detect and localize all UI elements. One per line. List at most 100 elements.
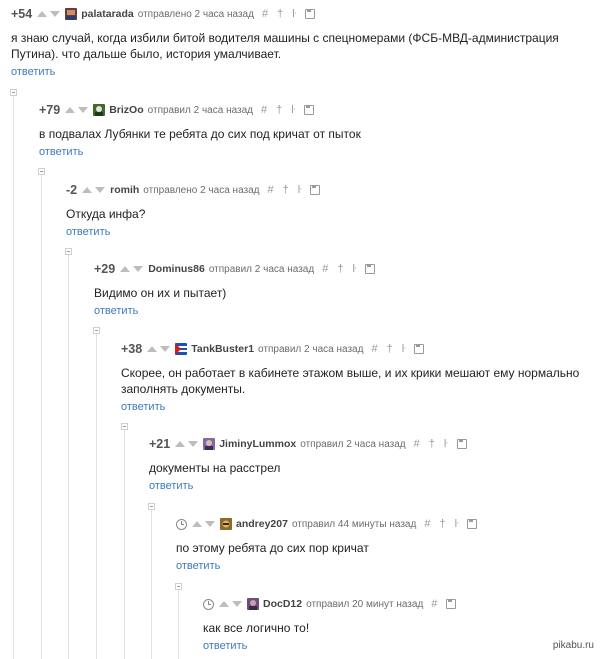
save-icon[interactable] <box>467 519 478 529</box>
avatar[interactable] <box>65 8 78 20</box>
collapse-thread-button[interactable] <box>38 168 45 175</box>
comment-rating: +21 <box>149 437 171 451</box>
hash-icon[interactable]: # <box>424 518 430 530</box>
hash-icon[interactable]: # <box>371 343 377 355</box>
pin-icon[interactable]: † <box>283 184 289 196</box>
comment-tools: # † ŀ <box>262 8 315 20</box>
flag-avatar[interactable] <box>175 343 188 355</box>
comment-time: отправил 2 часа назад <box>208 263 315 275</box>
upvote-icon[interactable] <box>65 107 76 113</box>
upvote-icon[interactable] <box>192 521 202 527</box>
reply-arrow-icon[interactable]: ŀ <box>352 263 356 275</box>
avatar[interactable] <box>203 438 216 450</box>
upvote-icon[interactable] <box>120 266 131 272</box>
username[interactable]: TankBuster1 <box>191 343 254 355</box>
comment-text: Видимо он их и пытает) <box>94 286 227 300</box>
username[interactable]: romih <box>110 184 139 196</box>
hash-icon[interactable]: # <box>268 184 274 196</box>
thread-line <box>13 96 14 659</box>
downvote-icon[interactable] <box>78 107 89 113</box>
comment-time: отправил 20 минут назад <box>306 598 424 610</box>
reply-link[interactable]: ответить <box>203 640 247 652</box>
comment: +38 TankBuster1 отправил 2 часа назад # … <box>121 339 594 415</box>
upvote-icon[interactable] <box>37 11 48 17</box>
upvote-icon[interactable] <box>219 601 229 607</box>
downvote-icon[interactable] <box>205 521 215 527</box>
username[interactable]: BrizOo <box>109 104 143 116</box>
collapse-thread-button[interactable] <box>65 248 72 255</box>
pin-icon[interactable]: † <box>429 438 435 450</box>
reply-arrow-icon[interactable]: ŀ <box>444 438 448 450</box>
save-icon[interactable] <box>310 185 321 195</box>
comment-tools: # † ŀ <box>414 438 467 450</box>
username[interactable]: DocD12 <box>263 598 302 610</box>
comment-header: +29 Dominus86 отправил 2 часа назад # † … <box>94 259 594 279</box>
comment-rating: +54 <box>11 7 33 21</box>
comment-time: отправил 44 минуты назад <box>291 518 417 530</box>
reply-link[interactable]: ответить <box>39 146 83 158</box>
hash-icon[interactable]: # <box>431 598 437 610</box>
pin-icon[interactable]: † <box>276 104 282 116</box>
pin-icon[interactable]: † <box>387 343 393 355</box>
comment-text: по этому ребята до сих пор кричат <box>176 541 369 555</box>
hash-icon[interactable]: # <box>414 438 420 450</box>
save-icon[interactable] <box>304 9 315 19</box>
downvote-icon[interactable] <box>188 441 199 447</box>
collapse-thread-button[interactable] <box>175 583 182 590</box>
comment: +29 Dominus86 отправил 2 часа назад # † … <box>94 259 594 319</box>
comment-tools: # † ŀ <box>322 263 376 275</box>
comment-rating: +79 <box>39 103 61 117</box>
upvote-icon[interactable] <box>175 441 186 447</box>
reply-link[interactable]: ответить <box>94 305 138 317</box>
comment-header: -2 romih отправлено 2 часа назад # † ŀ <box>66 180 594 200</box>
reply-arrow-icon[interactable]: ŀ <box>298 184 302 196</box>
comment-header: +79 BrizOo отправил 2 часа назад # † ŀ <box>39 100 594 120</box>
reply-link[interactable]: ответить <box>149 480 193 492</box>
comment-time: отправил 2 часа назад <box>258 343 364 355</box>
comment-time: отправил 2 часа назад <box>147 104 254 116</box>
avatar[interactable] <box>247 598 259 610</box>
pin-icon[interactable]: † <box>439 518 445 530</box>
collapse-thread-button[interactable] <box>93 327 100 334</box>
reply-link[interactable]: ответить <box>11 66 55 78</box>
avatar[interactable] <box>220 518 232 530</box>
comment-tools: # † ŀ <box>268 184 321 196</box>
save-icon[interactable] <box>303 105 314 115</box>
thread-line <box>151 510 152 659</box>
reply-link[interactable]: ответить <box>121 401 165 413</box>
comment-tools: # † ŀ <box>424 518 478 530</box>
username[interactable]: Dominus86 <box>148 263 205 275</box>
reply-arrow-icon[interactable]: ŀ <box>455 518 459 530</box>
hash-icon[interactable]: # <box>262 8 268 20</box>
reply-arrow-icon[interactable]: ŀ <box>292 8 296 20</box>
thread-line <box>124 430 125 659</box>
watermark: pikabu.ru <box>552 640 594 651</box>
save-icon[interactable] <box>446 599 457 609</box>
upvote-icon[interactable] <box>147 346 158 352</box>
downvote-icon[interactable] <box>232 601 242 607</box>
pin-icon[interactable]: † <box>277 8 283 20</box>
username[interactable]: JiminyLummox <box>219 438 296 450</box>
comment-text: Скорее, он работает в кабинете этажом вы… <box>121 366 580 396</box>
save-icon[interactable] <box>456 439 467 449</box>
collapse-thread-button[interactable] <box>148 503 155 510</box>
downvote-icon[interactable] <box>50 11 61 17</box>
reply-link[interactable]: ответить <box>176 560 220 572</box>
username[interactable]: andrey207 <box>236 518 288 530</box>
hash-icon[interactable]: # <box>322 263 328 275</box>
reply-arrow-icon[interactable]: ŀ <box>291 104 295 116</box>
upvote-icon[interactable] <box>82 187 93 193</box>
reply-arrow-icon[interactable]: ŀ <box>402 343 406 355</box>
downvote-icon[interactable] <box>160 346 171 352</box>
save-icon[interactable] <box>414 344 425 354</box>
collapse-thread-button[interactable] <box>10 89 17 96</box>
pin-icon[interactable]: † <box>337 263 343 275</box>
avatar[interactable] <box>93 104 106 116</box>
hash-icon[interactable]: # <box>261 104 267 116</box>
collapse-thread-button[interactable] <box>121 423 128 430</box>
downvote-icon[interactable] <box>133 266 144 272</box>
save-icon[interactable] <box>365 264 376 274</box>
username[interactable]: palatarada <box>81 8 134 20</box>
downvote-icon[interactable] <box>95 187 106 193</box>
reply-link[interactable]: ответить <box>66 226 110 238</box>
